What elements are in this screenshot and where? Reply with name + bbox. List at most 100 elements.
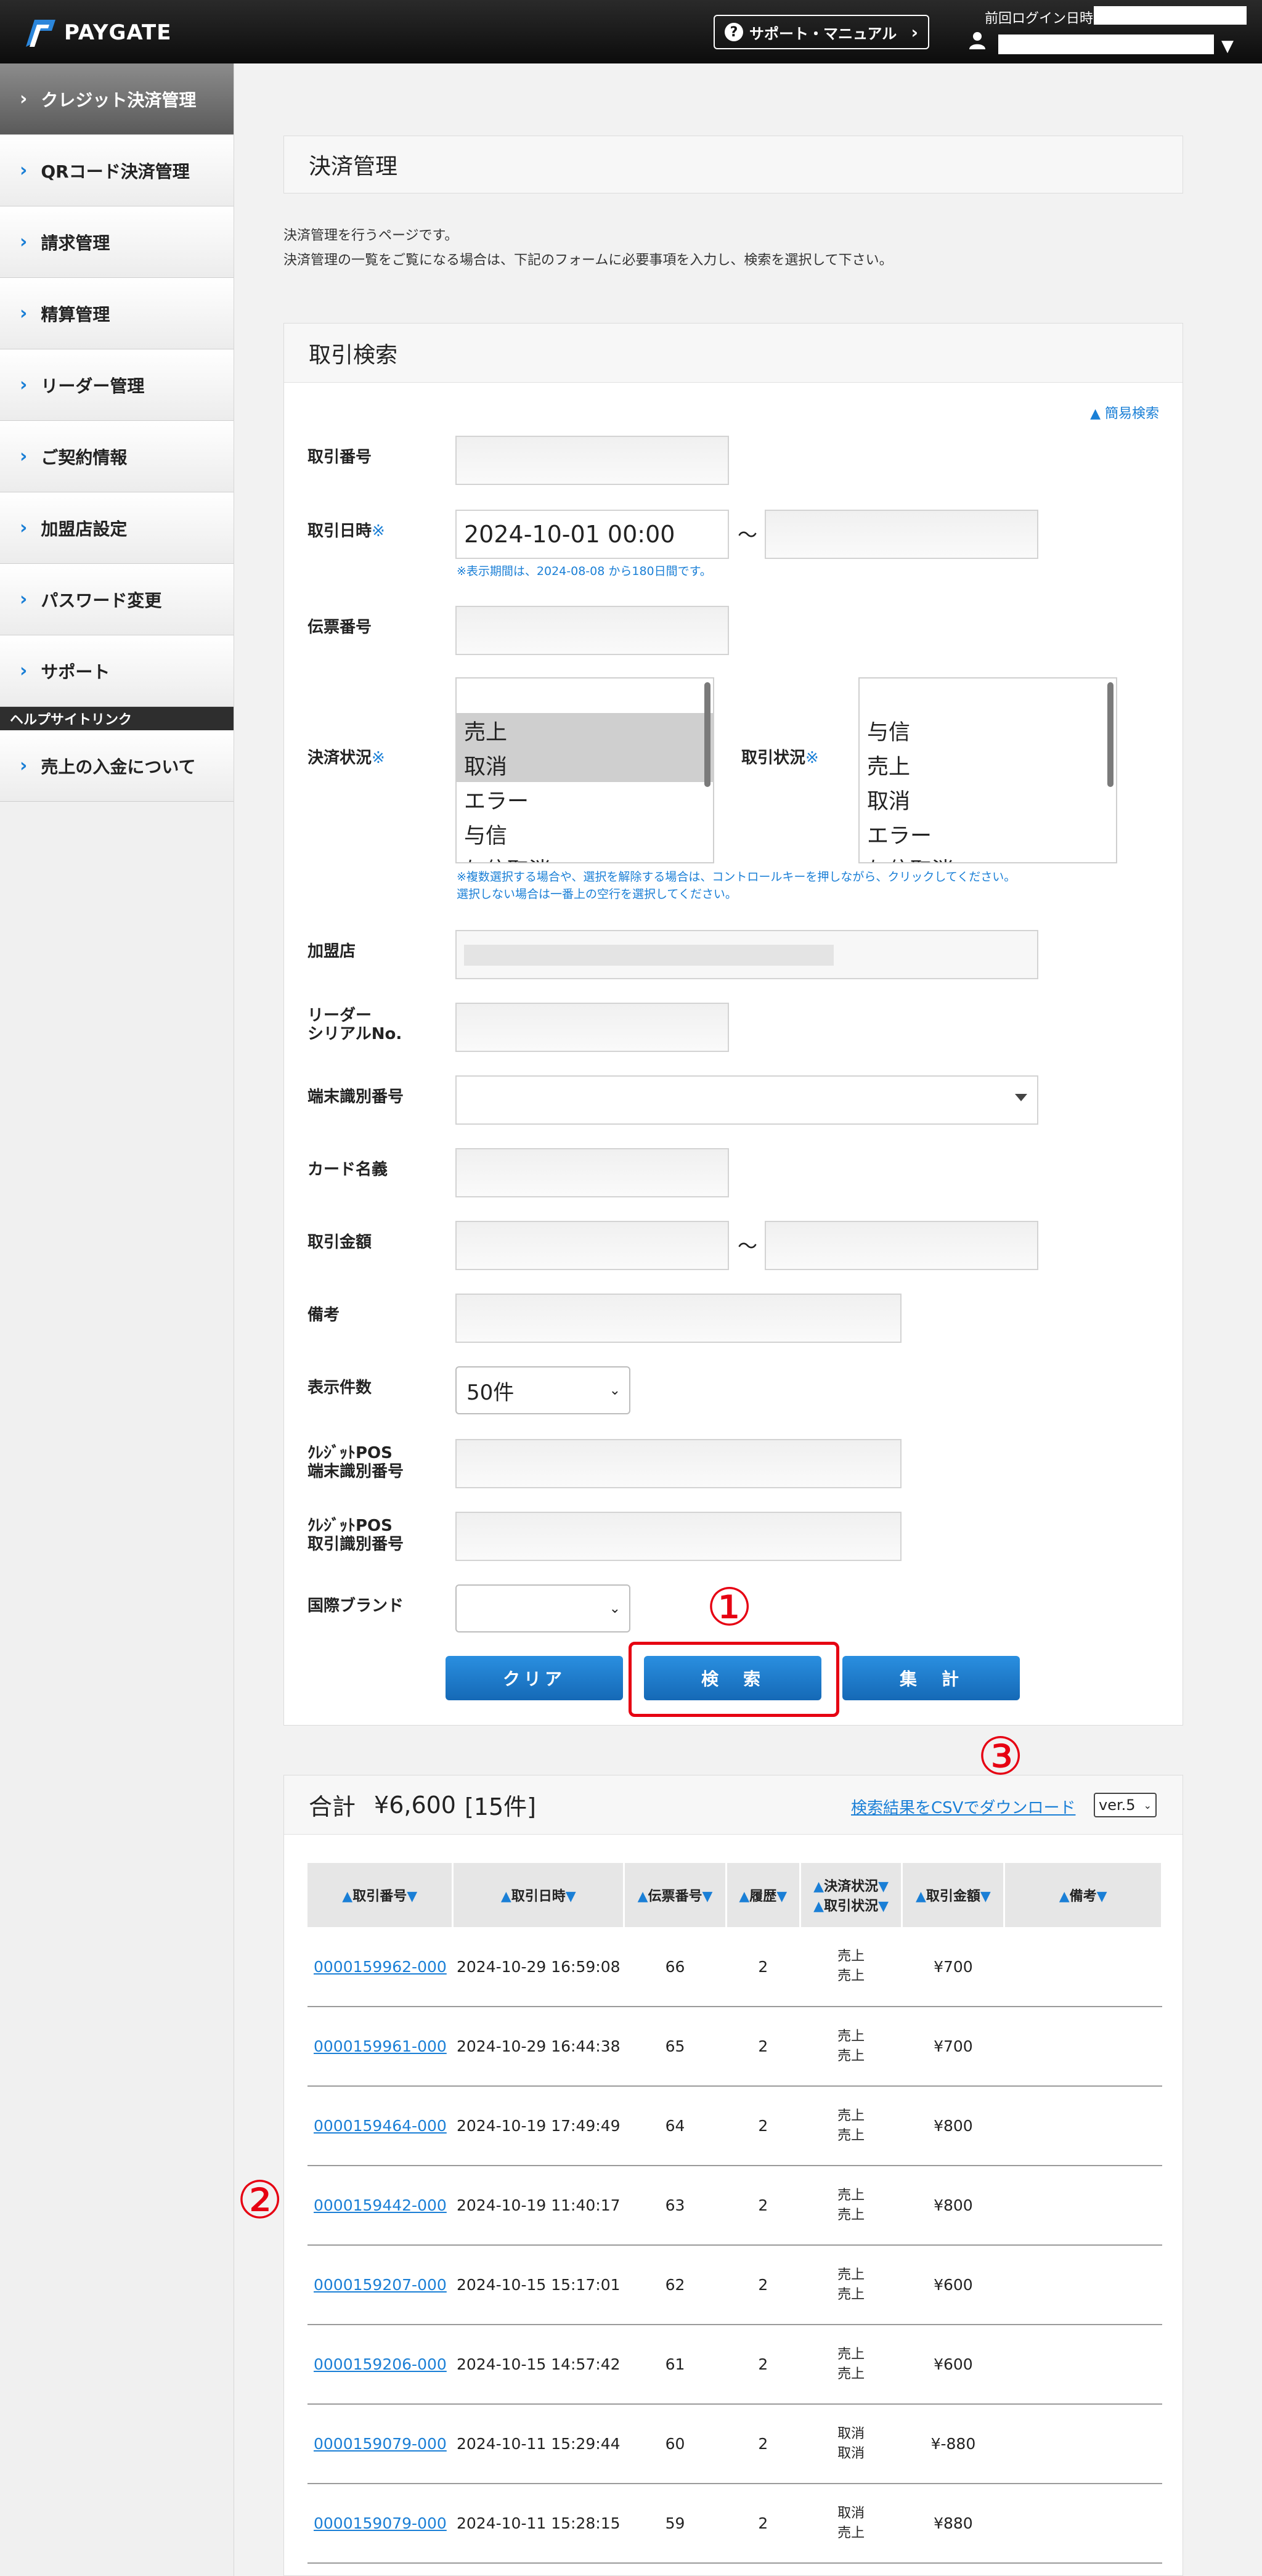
column-header-txn-date[interactable]: ▲取引日時▼	[452, 1863, 625, 1927]
txn-no-link[interactable]: 0000159961-000	[314, 2037, 447, 2055]
sidebar-item-qr-payment[interactable]: › QRコード決済管理	[0, 135, 234, 206]
cell-memo	[1004, 2166, 1162, 2246]
sort-asc-icon[interactable]: ▲	[813, 1879, 824, 1894]
table-header-row: ▲取引番号▼ ▲取引日時▼ ▲伝票番号▼ ▲履歴▼ ▲決済状況▼ ▲取引状況▼ …	[307, 1863, 1163, 1927]
txn-status-option[interactable]: 与信	[860, 713, 1116, 748]
terminal-id-select[interactable]	[455, 1075, 1038, 1125]
column-header-memo[interactable]: ▲備考▼	[1004, 1863, 1163, 1927]
paygate-logo[interactable]: PAYGATE	[23, 17, 171, 48]
sort-asc-icon[interactable]: ▲	[813, 1899, 824, 1914]
merchant-input[interactable]	[455, 930, 1038, 979]
sidebar-item-label: ご契約情報	[41, 447, 128, 468]
cell-slip-no: 66	[624, 1927, 727, 2007]
txn-date-from-input[interactable]: 2024-10-01 00:00	[455, 510, 729, 559]
txn-status-option[interactable]: 売上	[860, 748, 1116, 782]
txn-no-link[interactable]: 0000159079-000	[314, 2514, 447, 2532]
sidebar-item-support[interactable]: › サポート	[0, 635, 234, 707]
support-manual-button[interactable]: ? サポート・マニュアル ›	[714, 15, 929, 49]
pos-txn-id-input[interactable]	[455, 1512, 902, 1561]
cell-memo	[1004, 2484, 1162, 2564]
table-row: 0000159442-000 2024-10-19 11:40:17 63 2 …	[307, 2166, 1162, 2246]
txn-status-option[interactable]: 取消	[860, 782, 1116, 817]
txn-status-label-text: 取引状況	[741, 749, 806, 767]
txn-date-to-input[interactable]	[765, 510, 1038, 559]
txn-no-link[interactable]: 0000159442-000	[314, 2196, 447, 2214]
column-header-txn-no[interactable]: ▲取引番号▼	[307, 1863, 454, 1927]
sort-desc-icon[interactable]: ▼	[980, 1889, 991, 1904]
total-button[interactable]: 集 計	[842, 1656, 1020, 1700]
cell-amount: ¥700	[902, 1927, 1004, 2007]
chevron-down-icon: ⌄	[609, 1600, 621, 1616]
user-menu-caret-icon[interactable]: ▼	[1221, 37, 1234, 55]
sort-desc-icon[interactable]: ▼	[776, 1889, 787, 1904]
pay-status-option-selected[interactable]: 取消	[457, 748, 713, 782]
cell-memo	[1004, 2086, 1162, 2166]
sort-asc-icon[interactable]: ▲	[916, 1889, 926, 1904]
amount-from-input[interactable]	[455, 1221, 729, 1270]
sidebar-item-merchant-settings[interactable]: › 加盟店設定	[0, 492, 234, 564]
pos-terminal-id-input[interactable]	[455, 1439, 902, 1488]
sidebar-item-deposit-help[interactable]: › 売上の入金について	[0, 730, 234, 802]
memo-input[interactable]	[455, 1294, 902, 1343]
pay-status-label: 決済状況※	[307, 749, 385, 767]
table-row: 0000159079-000 2024-10-11 15:28:15 59 2 …	[307, 2484, 1162, 2564]
simple-search-link[interactable]: ▲ 簡易検索	[1090, 402, 1159, 422]
sidebar-item-billing[interactable]: › 請求管理	[0, 206, 234, 278]
sidebar-item-contract[interactable]: › ご契約情報	[0, 421, 234, 492]
sort-desc-icon[interactable]: ▼	[407, 1889, 417, 1904]
clear-button[interactable]: クリア	[446, 1656, 623, 1700]
sort-desc-icon[interactable]: ▼	[566, 1889, 576, 1904]
txn-status-listbox[interactable]: 与信 売上 取消 エラー 与信取消	[858, 677, 1117, 863]
txn-status-option[interactable]	[860, 679, 1116, 713]
sort-desc-icon[interactable]: ▼	[1097, 1889, 1107, 1904]
sort-desc-icon[interactable]: ▼	[702, 1889, 713, 1904]
txn-no-link[interactable]: 0000159464-000	[314, 2117, 447, 2135]
cell-status: 売上 売上	[800, 2086, 902, 2166]
sidebar-item-settlement[interactable]: › 精算管理	[0, 278, 234, 349]
sort-asc-icon[interactable]: ▲	[342, 1889, 352, 1904]
pay-status-option[interactable]: エラー	[457, 782, 713, 817]
sidebar-item-label: 精算管理	[41, 304, 110, 325]
pay-status-option[interactable]: 与信	[457, 817, 713, 851]
sort-asc-icon[interactable]: ▲	[638, 1889, 648, 1904]
txn-no-input[interactable]	[455, 436, 729, 485]
search-panel-title: 取引検索	[284, 324, 1183, 383]
amount-to-input[interactable]	[765, 1221, 1038, 1270]
column-header-slip-no[interactable]: ▲伝票番号▼	[624, 1863, 727, 1927]
txn-no-link[interactable]: 0000159207-000	[314, 2276, 447, 2294]
card-name-input[interactable]	[455, 1148, 729, 1197]
display-count-select[interactable]: 50件 ⌄	[455, 1366, 630, 1414]
column-header-amount[interactable]: ▲取引金額▼	[902, 1863, 1006, 1927]
txn-no-link[interactable]: 0000159962-000	[314, 1958, 447, 1976]
reader-serial-input[interactable]	[455, 1003, 729, 1052]
sort-asc-icon[interactable]: ▲	[1059, 1889, 1070, 1904]
sidebar-item-password[interactable]: › パスワード変更	[0, 564, 234, 635]
txn-no-link[interactable]: 0000159079-000	[314, 2435, 447, 2453]
sort-asc-icon[interactable]: ▲	[739, 1889, 749, 1904]
sidebar-item-credit-payment[interactable]: › クレジット決済管理	[0, 63, 234, 135]
pay-status-option[interactable]: 与信取消	[457, 851, 713, 863]
column-header-status[interactable]: ▲決済状況▼ ▲取引状況▼	[800, 1863, 903, 1927]
listbox-scrollbar[interactable]	[1107, 682, 1113, 787]
slip-no-input[interactable]	[455, 606, 729, 655]
sidebar-item-reader[interactable]: › リーダー管理	[0, 349, 234, 421]
listbox-scrollbar[interactable]	[704, 682, 710, 787]
pay-status-option-selected[interactable]: 売上	[457, 713, 713, 748]
column-header-label: 取引番号	[352, 1889, 407, 1904]
csv-download-link[interactable]: 検索結果をCSVでダウンロード	[851, 1795, 1075, 1818]
date-range-tilde: ～	[738, 523, 758, 547]
txn-status-option[interactable]: 与信取消	[860, 851, 1116, 863]
display-count-label: 表示件数	[307, 1379, 372, 1397]
page-description-2: 決済管理の一覧をご覧になる場合は、下記のフォームに必要事項を入力し、検索を選択し…	[283, 253, 893, 268]
sort-asc-icon[interactable]: ▲	[501, 1889, 511, 1904]
user-name-field[interactable]	[998, 35, 1214, 54]
txn-no-link[interactable]: 0000159206-000	[314, 2355, 447, 2373]
pay-status-option[interactable]	[457, 679, 713, 713]
sort-desc-icon[interactable]: ▼	[878, 1899, 889, 1914]
pay-status-listbox[interactable]: 売上 取消 エラー 与信 与信取消	[455, 677, 714, 863]
csv-version-select[interactable]: ver.5 ⌄	[1094, 1793, 1157, 1817]
sort-desc-icon[interactable]: ▼	[878, 1879, 889, 1894]
brand-select[interactable]: ⌄	[455, 1584, 630, 1632]
txn-status-option[interactable]: エラー	[860, 817, 1116, 851]
column-header-history[interactable]: ▲履歴▼	[726, 1863, 801, 1927]
